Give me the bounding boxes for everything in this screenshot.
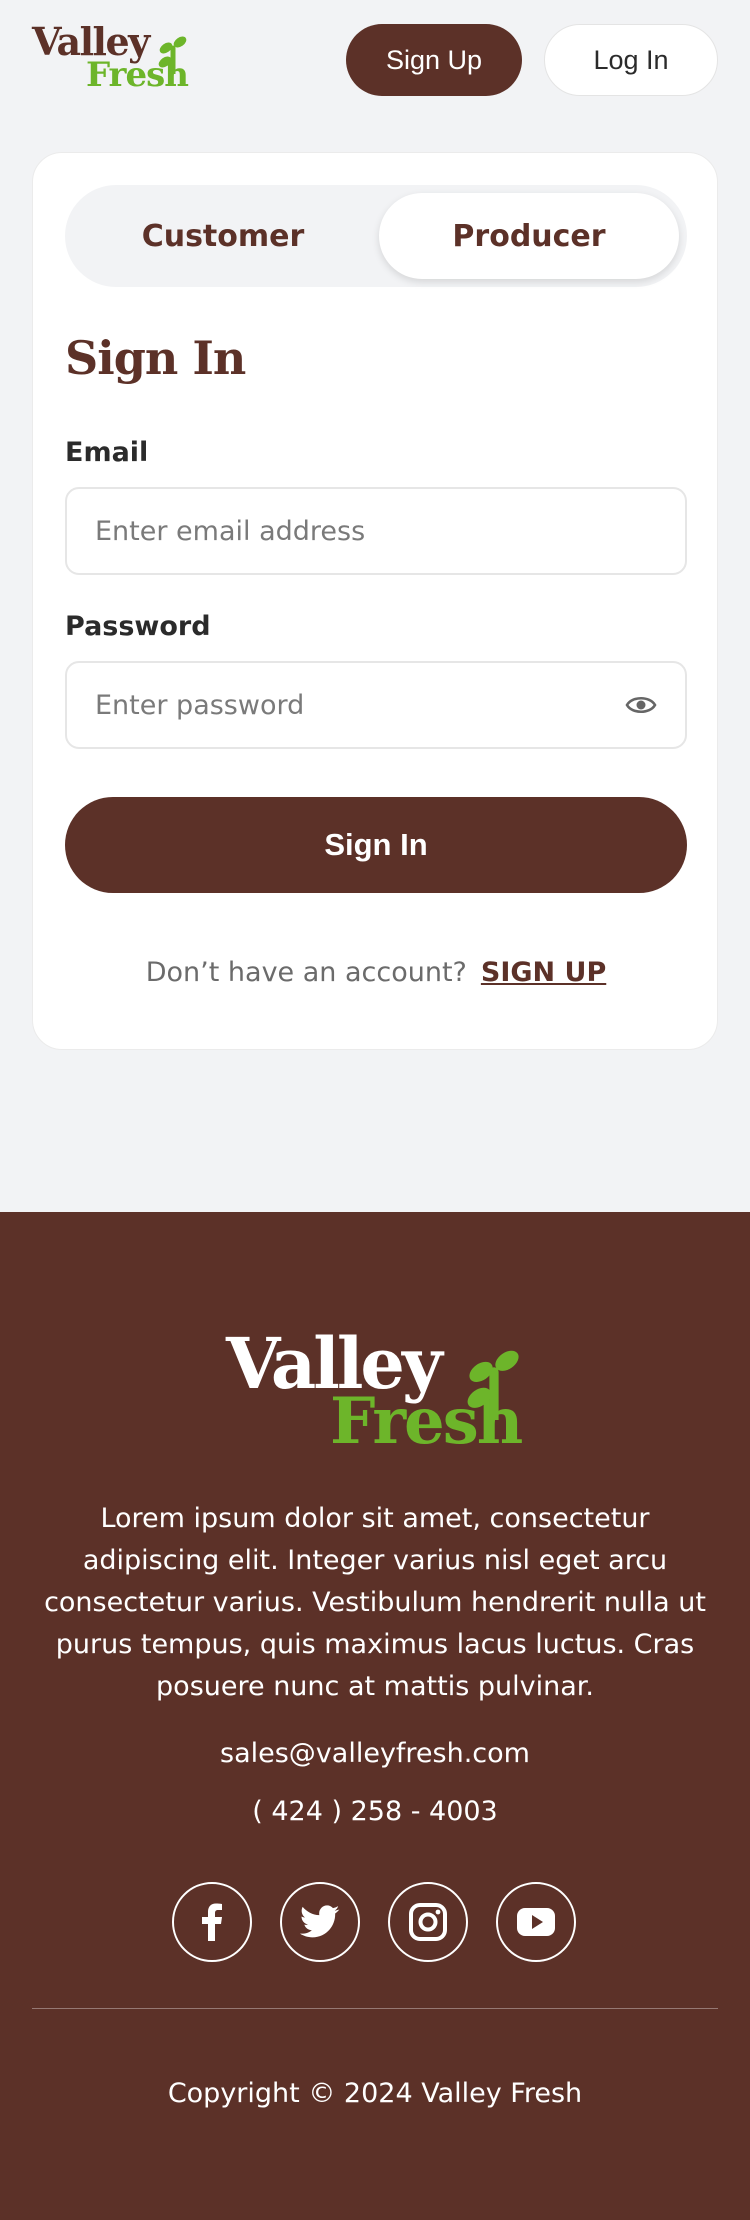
email-field[interactable] bbox=[65, 487, 687, 575]
eye-icon[interactable] bbox=[625, 691, 657, 719]
site-footer: Valley Fresh Lorem ipsum dolor sit amet,… bbox=[0, 1212, 750, 2220]
footer-divider bbox=[32, 2008, 718, 2009]
twitter-icon[interactable] bbox=[280, 1882, 360, 1962]
footer-email-link[interactable]: sales@valleyfresh.com bbox=[0, 1738, 750, 1769]
page-title: Sign In bbox=[65, 331, 246, 385]
login-button[interactable]: Log In bbox=[544, 24, 718, 96]
social-links bbox=[172, 1882, 578, 1962]
tab-producer[interactable]: Producer bbox=[379, 193, 679, 279]
facebook-icon[interactable] bbox=[172, 1882, 252, 1962]
copyright-text: Copyright © 2024 Valley Fresh bbox=[167, 2078, 583, 2109]
no-account-text: Don’t have an account? bbox=[145, 957, 467, 988]
signin-button[interactable]: Sign In bbox=[65, 797, 687, 893]
signup-prompt: Don’t have an account? SIGN UP bbox=[33, 957, 719, 988]
tab-customer[interactable]: Customer bbox=[73, 193, 373, 279]
site-header: Valley Fresh Sign Up Log In bbox=[0, 0, 750, 120]
sprout-icon bbox=[158, 36, 187, 74]
email-label: Email bbox=[65, 437, 149, 468]
password-label: Password bbox=[65, 611, 211, 642]
footer-logo[interactable]: Valley Fresh bbox=[226, 1328, 526, 1464]
account-type-tabs: Customer Producer bbox=[65, 185, 687, 287]
footer-phone-link[interactable]: ( 424 ) 258 - 4003 bbox=[0, 1796, 750, 1827]
footer-description: Lorem ipsum dolor sit amet, consectetur … bbox=[44, 1503, 706, 1702]
youtube-icon[interactable] bbox=[496, 1882, 576, 1962]
instagram-icon[interactable] bbox=[388, 1882, 468, 1962]
sprout-icon bbox=[467, 1350, 519, 1420]
signup-link[interactable]: SIGN UP bbox=[481, 957, 606, 988]
signin-card: Customer Producer Sign In Email Password… bbox=[32, 152, 718, 1050]
signup-button[interactable]: Sign Up bbox=[346, 24, 522, 96]
logo[interactable]: Valley Fresh bbox=[32, 23, 189, 93]
password-field[interactable] bbox=[65, 661, 687, 749]
